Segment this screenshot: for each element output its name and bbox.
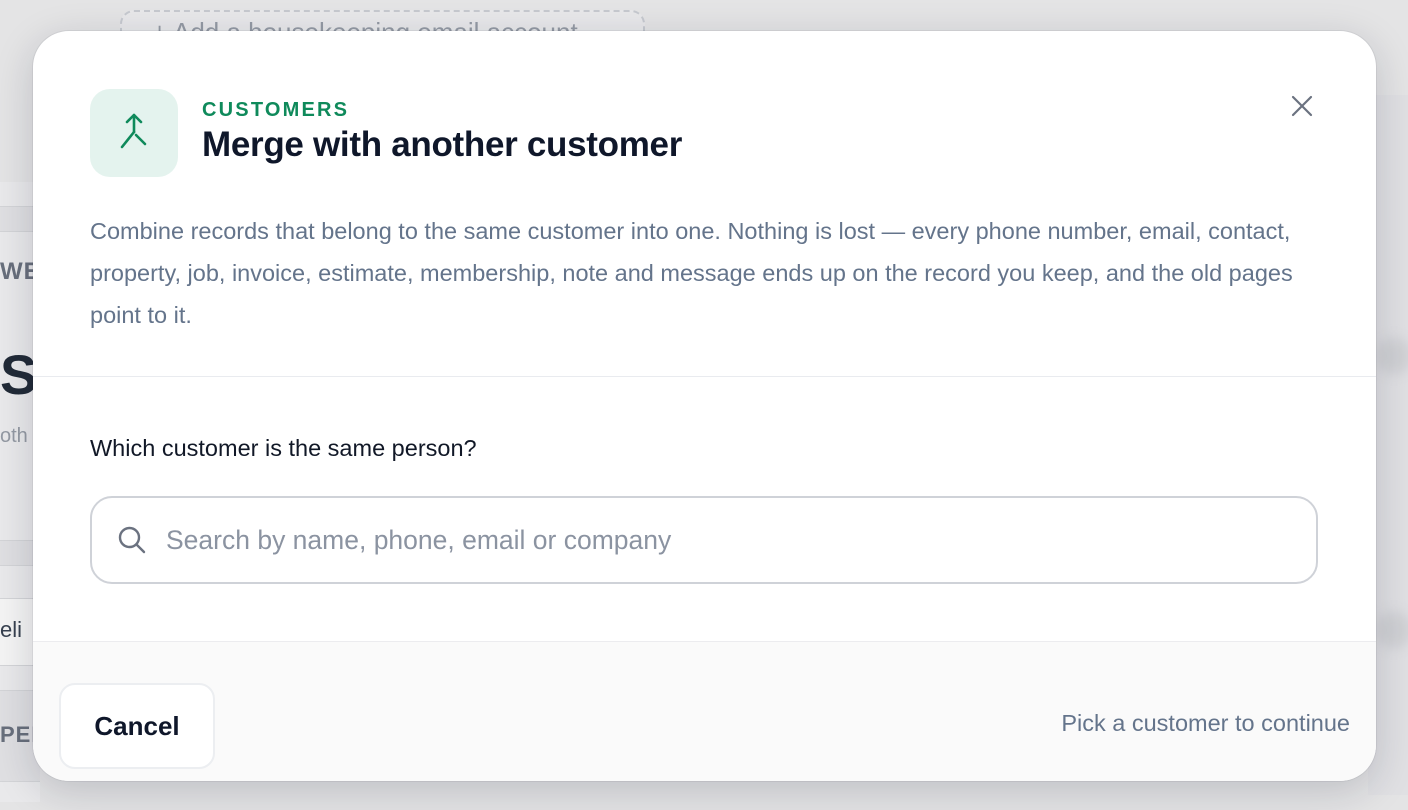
dialog-title: Merge with another customer — [202, 125, 683, 164]
cancel-button[interactable]: Cancel — [59, 683, 215, 769]
customer-search-input[interactable] — [164, 509, 1316, 571]
dialog-eyebrow: CUSTOMERS — [202, 99, 350, 121]
dialog-footer: Cancel Pick a customer to continue — [33, 641, 1376, 781]
close-icon — [1291, 95, 1313, 117]
customer-search-box[interactable] — [90, 496, 1318, 584]
section-divider — [33, 376, 1376, 377]
merge-customer-dialog: CUSTOMERS Merge with another customer Co… — [33, 31, 1376, 781]
dialog-description: Combine records that belong to the same … — [90, 218, 1293, 328]
search-field-label: Which customer is the same person? — [90, 435, 477, 461]
continue-hint: Pick a customer to continue — [1061, 710, 1350, 736]
merge-icon — [120, 113, 147, 149]
merge-icon-tile — [90, 89, 178, 177]
close-button[interactable] — [1283, 87, 1321, 125]
search-icon — [116, 524, 148, 556]
